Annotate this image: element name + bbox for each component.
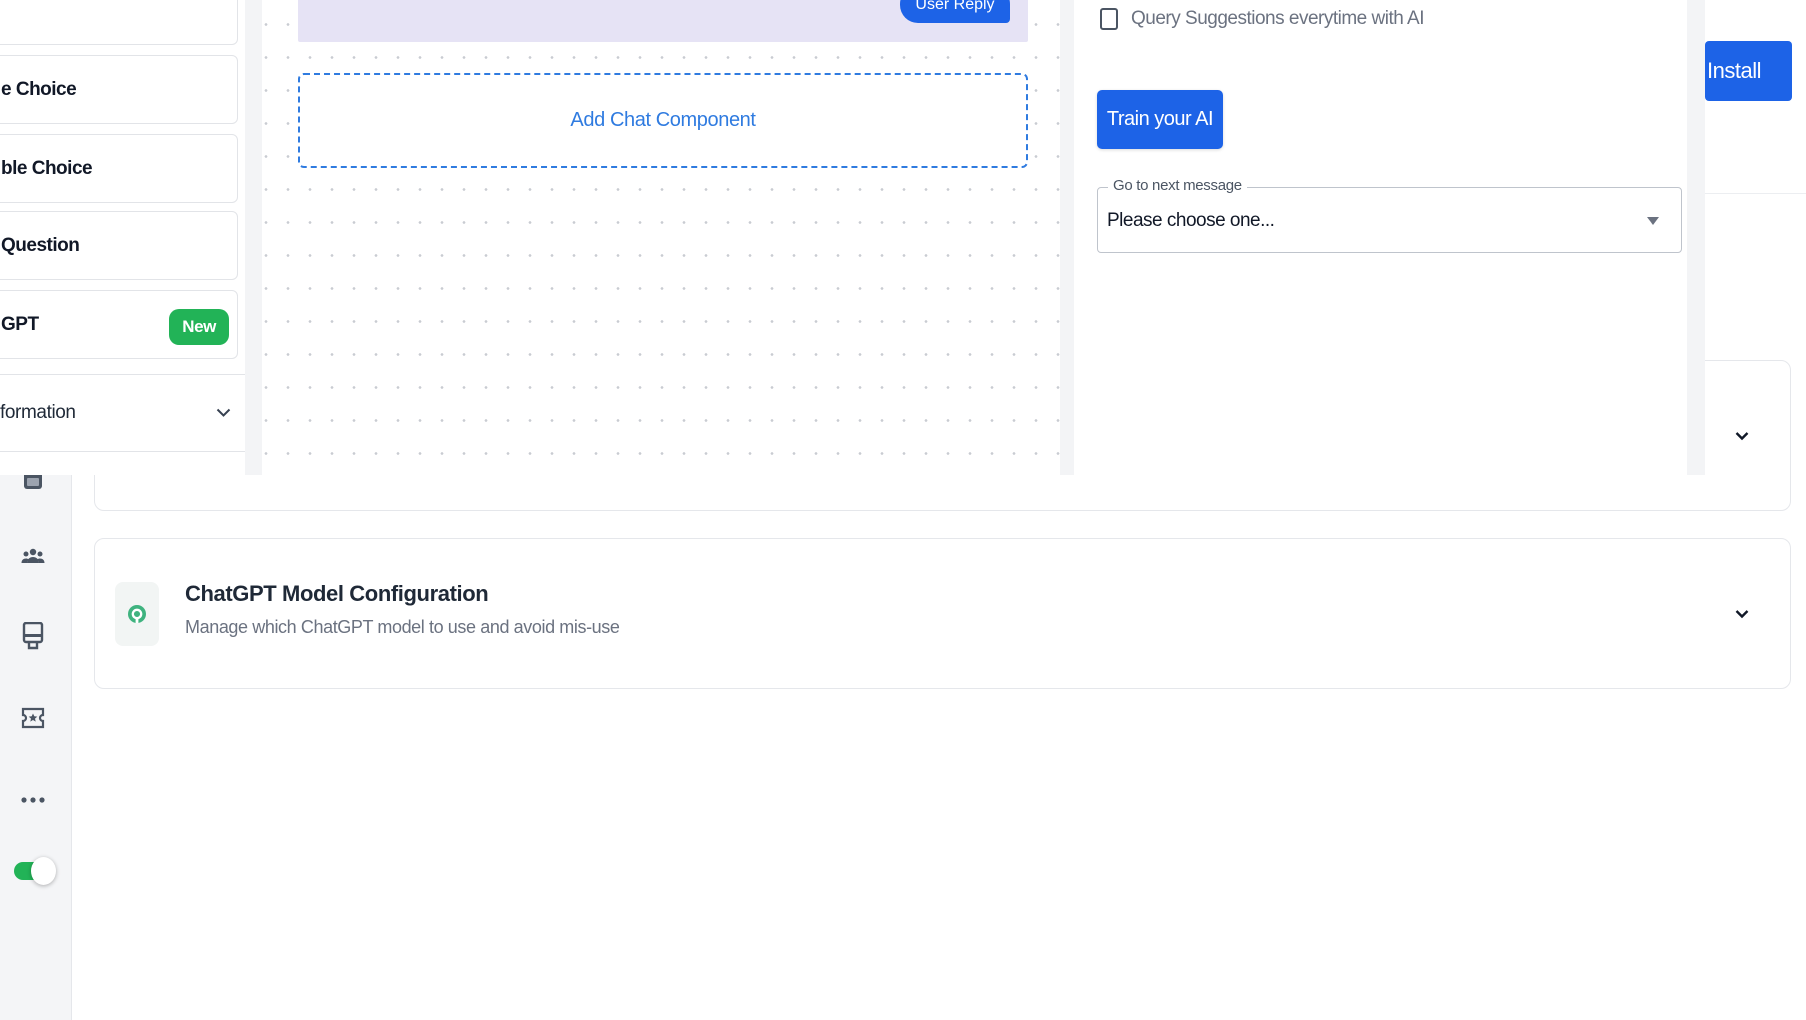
- next-message-select[interactable]: Go to next message Please choose one...: [1097, 177, 1682, 253]
- chevron-down-icon[interactable]: [1735, 609, 1749, 619]
- chevron-down-icon[interactable]: [1735, 431, 1749, 441]
- section-subtitle: Manage which ChatGPT model to use and av…: [185, 617, 620, 637]
- message-settings-panel: Query Suggestions everytime with AI Trai…: [1074, 0, 1687, 475]
- install-button[interactable]: Install: [1705, 41, 1792, 101]
- palette-item-label: ble Choice: [1, 157, 93, 179]
- select-legend: Go to next message: [1108, 177, 1247, 194]
- palette-item-question[interactable]: Question: [0, 211, 238, 280]
- toggle-knob: [31, 857, 56, 885]
- caret-down-icon: [1647, 217, 1659, 225]
- query-suggestions-option[interactable]: Query Suggestions everytime with AI: [1100, 8, 1424, 30]
- palette-item-single-choice[interactable]: e Choice: [0, 55, 238, 124]
- new-badge: New: [169, 309, 229, 345]
- openai-icon: [115, 582, 159, 646]
- information-section-toggle[interactable]: formation: [0, 374, 245, 452]
- chatgpt-config-section[interactable]: ChatGPT Model Configuration Manage which…: [94, 538, 1791, 689]
- theme-toggle[interactable]: [14, 857, 56, 885]
- more-icon[interactable]: [18, 785, 48, 815]
- section-title: ChatGPT Model Configuration: [185, 581, 489, 606]
- section-label: formation: [0, 402, 76, 423]
- query-suggestions-checkbox[interactable]: [1100, 8, 1118, 30]
- user-reply-bubble[interactable]: User Reply: [900, 0, 1010, 23]
- component-palette: e Choice ble Choice Question GPT New for…: [0, 0, 245, 475]
- query-suggestions-label: Query Suggestions everytime with AI: [1131, 8, 1424, 29]
- palette-item-chatgpt[interactable]: GPT New: [0, 290, 238, 359]
- palette-item-choice[interactable]: [0, 0, 238, 45]
- add-chat-component-button[interactable]: Add Chat Component: [298, 73, 1028, 168]
- message-card[interactable]: User Reply: [298, 0, 1028, 42]
- divider: [1705, 193, 1806, 194]
- palette-item-label: GPT: [1, 313, 39, 335]
- chat-flow-canvas[interactable]: User Reply Add Chat Component: [262, 0, 1060, 475]
- team-icon[interactable]: [18, 541, 48, 571]
- palette-item-label: e Choice: [1, 78, 77, 100]
- palette-item-label: Question: [1, 234, 80, 256]
- ticket-star-icon[interactable]: [18, 703, 48, 733]
- select-value: Please choose one...: [1107, 210, 1275, 231]
- kiosk-icon[interactable]: [18, 621, 48, 651]
- chevron-down-icon: [216, 408, 231, 417]
- chat-builder-overlay: e Choice ble Choice Question GPT New for…: [0, 0, 1705, 475]
- train-ai-button[interactable]: Train your AI: [1097, 90, 1223, 149]
- palette-item-multiple-choice[interactable]: ble Choice: [0, 134, 238, 203]
